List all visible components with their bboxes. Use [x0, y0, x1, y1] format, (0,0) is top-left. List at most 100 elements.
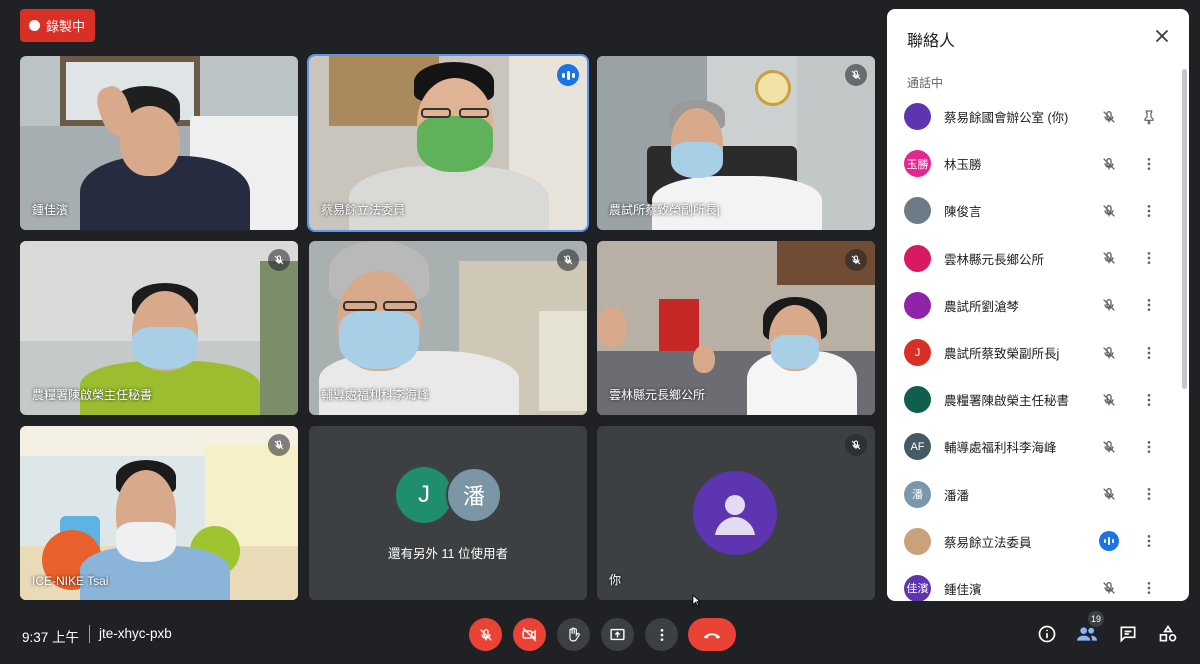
- tile-name: 農試所蔡致榮副所長j: [609, 203, 720, 217]
- self-tile[interactable]: 你: [597, 426, 875, 600]
- participant-row[interactable]: 蔡易餘國會辦公室 (你): [887, 93, 1189, 140]
- more-vert-icon[interactable]: [1139, 484, 1159, 504]
- participant-row[interactable]: 佳濱 鍾佳濱: [887, 565, 1189, 601]
- more-vert-icon[interactable]: [1139, 531, 1159, 551]
- more-vert-icon[interactable]: [1139, 248, 1159, 268]
- panel-title: 聯絡人: [907, 33, 956, 50]
- mic-off-icon: [268, 434, 290, 456]
- raise-hand-button[interactable]: [557, 618, 590, 651]
- shapes-icon: [1159, 624, 1177, 642]
- avatar: J: [396, 467, 452, 523]
- more-vert-icon[interactable]: [1139, 578, 1159, 598]
- tile-name: ICE-NIKE Tsai: [32, 574, 109, 588]
- mic-off-icon: [268, 249, 290, 271]
- more-options-button[interactable]: [645, 618, 678, 651]
- participant-name: 農試所蔡致榮副所長j: [944, 347, 1060, 362]
- mic-off-icon: [845, 434, 867, 456]
- speaking-icon: [1099, 531, 1119, 552]
- participant-avatar: [904, 103, 931, 131]
- participant-name: 蔡易餘國會辦公室 (你): [944, 111, 1069, 126]
- more-vert-icon[interactable]: [1139, 437, 1159, 457]
- participant-name: 陳俊言: [944, 205, 982, 220]
- divider: [89, 625, 90, 643]
- video-tile-li[interactable]: 輔導處福利科李海峰: [309, 241, 587, 415]
- others-tile[interactable]: J 潘 還有另外 11 位使用者: [309, 426, 587, 600]
- participant-name: 林玉勝: [944, 158, 982, 173]
- meeting-info-button[interactable]: [1035, 622, 1059, 646]
- user-avatar-icon: [693, 471, 777, 555]
- tile-name: 輔導處福利科李海峰: [321, 388, 430, 402]
- participant-row[interactable]: 玉勝 林玉勝: [887, 140, 1189, 187]
- chat-icon: [1120, 626, 1136, 643]
- mic-off-icon: [845, 249, 867, 271]
- people-panel: 聯絡人 通話中 蔡易餘國會辦公室 (你) 玉勝 林玉勝 陳俊言 雲林縣元長鄉公所 農試所劉…: [887, 9, 1189, 601]
- more-vert-icon[interactable]: [1139, 343, 1159, 363]
- mic-off-icon: [479, 628, 492, 641]
- mic-off-icon: [1099, 343, 1119, 363]
- clock: 9:37 上午: [22, 630, 80, 645]
- mic-off-icon: [1099, 201, 1119, 221]
- participant-row[interactable]: J 農試所蔡致榮副所長j: [887, 329, 1189, 376]
- more-vert-icon[interactable]: [1139, 154, 1159, 174]
- mic-off-icon: [1099, 154, 1119, 174]
- participant-list: 蔡易餘國會辦公室 (你) 玉勝 林玉勝陳俊言雲林縣元長鄉公所 農試所劉滄棽 J 農試所蔡致…: [887, 93, 1189, 601]
- video-tile-agri-deputy[interactable]: 農試所蔡致榮副所長j: [597, 56, 875, 230]
- pin-icon[interactable]: [1139, 107, 1159, 127]
- video-tile-tsai[interactable]: 蔡易餘立法委員: [307, 54, 589, 232]
- participant-row[interactable]: 農試所劉滄棽: [887, 282, 1189, 329]
- close-icon[interactable]: [1151, 25, 1173, 47]
- participant-avatar: 玉勝: [904, 150, 931, 178]
- camera-toggle-button[interactable]: [513, 618, 546, 651]
- present-icon: [610, 628, 625, 641]
- participant-row[interactable]: 蔡易餘立法委員: [887, 518, 1189, 565]
- participant-avatar: [904, 244, 931, 272]
- participant-row[interactable]: 潘潘潘: [887, 471, 1189, 518]
- leave-call-button[interactable]: [688, 618, 736, 651]
- mic-toggle-button[interactable]: [469, 618, 502, 651]
- participant-row[interactable]: 陳俊言: [887, 187, 1189, 234]
- participant-avatar: [904, 291, 931, 319]
- activities-button[interactable]: [1156, 622, 1180, 646]
- participant-name: 農試所劉滄棽: [944, 299, 1020, 314]
- video-tile-yuanchang[interactable]: 雲林縣元長鄉公所: [597, 241, 875, 415]
- others-label: 還有另外 11 位使用者: [388, 547, 508, 561]
- recording-label: 錄製中: [46, 19, 86, 34]
- participant-name: 潘潘: [944, 488, 970, 503]
- participant-row[interactable]: AF 輔導處福利科李海峰: [887, 423, 1189, 470]
- participant-name: 蔡易餘立法委員: [944, 535, 1032, 550]
- tile-name: 農糧署陳啟榮主任秘書: [32, 388, 153, 402]
- chat-button[interactable]: [1116, 622, 1140, 646]
- participant-avatar: 潘: [904, 480, 931, 508]
- mic-off-icon: [1099, 107, 1119, 127]
- avatar: 潘: [446, 467, 502, 523]
- participant-count-badge: 19: [1088, 611, 1104, 627]
- more-vert-icon[interactable]: [1139, 295, 1159, 315]
- camera-off-icon: [522, 627, 537, 642]
- video-tile-ice-nike[interactable]: ICE-NIKE Tsai: [20, 426, 298, 600]
- more-vert-icon[interactable]: [1139, 390, 1159, 410]
- participant-avatar: J: [904, 339, 931, 367]
- mic-off-icon: [845, 64, 867, 86]
- participant-avatar: [904, 197, 931, 225]
- participant-row[interactable]: 雲林縣元長鄉公所: [887, 235, 1189, 282]
- info-icon: [1038, 625, 1056, 643]
- video-tile-afa[interactable]: 農糧署陳啟榮主任秘書: [20, 241, 298, 415]
- mic-off-icon: [557, 249, 579, 271]
- participant-name: 輔導處福利科李海峰: [944, 441, 1057, 456]
- participant-row[interactable]: 農糧署陳啟榮主任秘書: [887, 376, 1189, 423]
- mic-off-icon: [1099, 484, 1119, 504]
- more-vert-icon: [660, 628, 663, 641]
- meet-window: 錄製中 鍾佳濱 蔡易餘立法委員 農試所蔡致榮副所長j 農糧署陳啟榮主任秘書 輔導…: [0, 0, 1200, 664]
- participant-name: 農糧署陳啟榮主任秘書: [944, 394, 1070, 409]
- hand-icon: [569, 627, 580, 642]
- more-vert-icon[interactable]: [1139, 201, 1159, 221]
- speaking-icon: [557, 64, 579, 86]
- participant-name: 雲林縣元長鄉公所: [944, 252, 1045, 267]
- tile-name: 你: [609, 573, 622, 587]
- mic-off-icon: [1099, 295, 1119, 315]
- hangup-icon: [703, 632, 721, 639]
- video-tile-zhong[interactable]: 鍾佳濱: [20, 56, 298, 230]
- mic-off-icon: [1099, 390, 1119, 410]
- tile-name: 鍾佳濱: [32, 203, 69, 217]
- present-screen-button[interactable]: [601, 618, 634, 651]
